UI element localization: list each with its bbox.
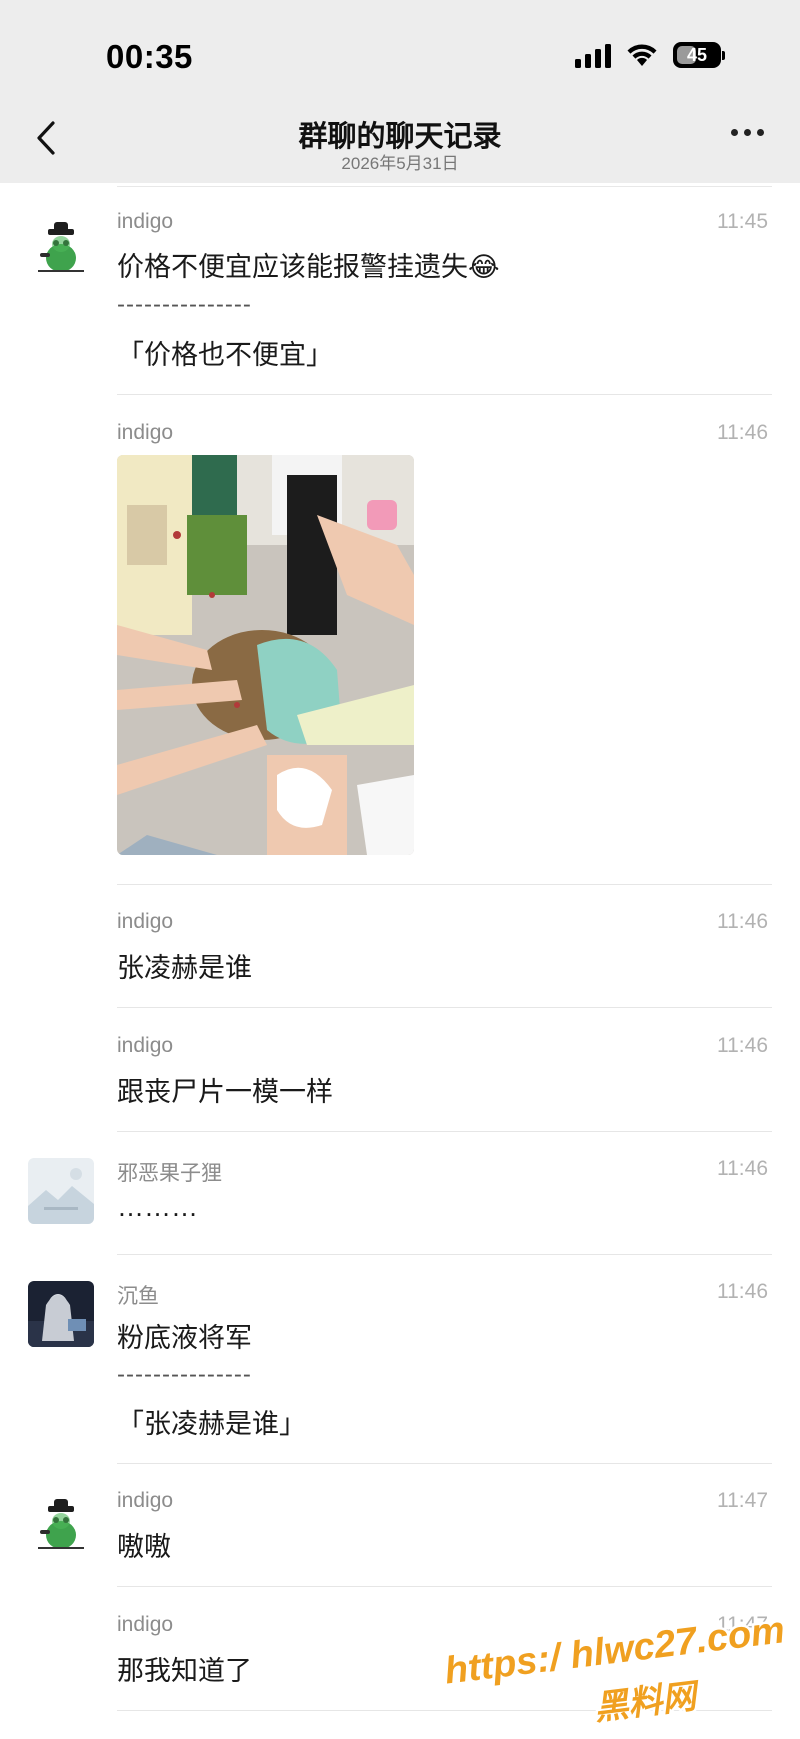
sender-name: indigo xyxy=(117,1489,174,1512)
divider xyxy=(117,394,772,395)
status-time: 00:35 xyxy=(106,38,193,75)
sender-name: 邪恶果子狸 xyxy=(117,1162,222,1185)
cellular-signal-icon xyxy=(575,42,611,68)
divider xyxy=(117,1254,772,1255)
message-text[interactable]: 嗷嗷 xyxy=(117,1525,171,1564)
message-time: 11:47 xyxy=(717,1489,768,1512)
message-time: 11:45 xyxy=(717,210,768,233)
nav-bar: 群聊的聊天记录 2026年5月31日 xyxy=(0,95,800,183)
sender-name: indigo xyxy=(117,1034,174,1057)
divider xyxy=(117,884,772,885)
more-button[interactable] xyxy=(731,129,764,136)
quoted-message[interactable]: 「价格也不便宜」 xyxy=(117,333,333,372)
quote-separator: --------------- xyxy=(117,291,252,318)
message-time: 11:47 xyxy=(717,1613,768,1636)
wifi-icon xyxy=(625,42,659,68)
ellipsis-icon xyxy=(731,129,738,136)
message-photo[interactable] xyxy=(117,455,414,855)
message-text[interactable]: 价格不便宜应该能报警挂遗失😂 xyxy=(117,245,500,284)
avatar-indigo[interactable] xyxy=(28,1490,94,1556)
sender-name: 沉鱼 xyxy=(117,1285,159,1308)
status-icons: 45 xyxy=(575,42,725,68)
message-time: 11:46 xyxy=(717,1280,768,1303)
divider xyxy=(117,186,772,187)
avatar-xie-e-guo-zi-li[interactable] xyxy=(28,1158,94,1224)
divider xyxy=(117,1710,772,1711)
sender-name: indigo xyxy=(117,421,174,444)
sender-name: indigo xyxy=(117,210,174,233)
quote-separator: --------------- xyxy=(117,1361,252,1388)
status-bar: 00:35 45 xyxy=(0,0,800,95)
sender-name: indigo xyxy=(117,1613,174,1636)
message-time: 11:46 xyxy=(717,1034,768,1057)
divider xyxy=(117,1463,772,1464)
message-text[interactable]: 张凌赫是谁 xyxy=(117,946,252,985)
quoted-message[interactable]: 「张凌赫是谁」 xyxy=(117,1402,306,1441)
divider xyxy=(117,1007,772,1008)
message-text[interactable]: 那我知道了 xyxy=(117,1649,252,1688)
watermark-name: 黑料网 xyxy=(592,1676,703,1729)
sender-name: indigo xyxy=(117,910,174,933)
message-time: 11:46 xyxy=(717,421,768,444)
message-text[interactable]: ……… xyxy=(117,1192,198,1223)
divider xyxy=(117,1131,772,1132)
battery-level: 45 xyxy=(686,45,708,65)
battery-icon: 45 xyxy=(673,42,725,68)
avatar-chen-yu[interactable] xyxy=(28,1281,94,1347)
divider xyxy=(117,1586,772,1587)
message-text[interactable]: 粉底液将军 xyxy=(117,1316,252,1355)
message-time: 11:46 xyxy=(717,910,768,933)
message-time: 11:46 xyxy=(717,1157,768,1180)
avatar-indigo[interactable] xyxy=(28,213,94,279)
message-text[interactable]: 跟丧尸片一模一样 xyxy=(117,1070,333,1109)
page-subtitle: 2026年5月31日 xyxy=(341,154,459,173)
